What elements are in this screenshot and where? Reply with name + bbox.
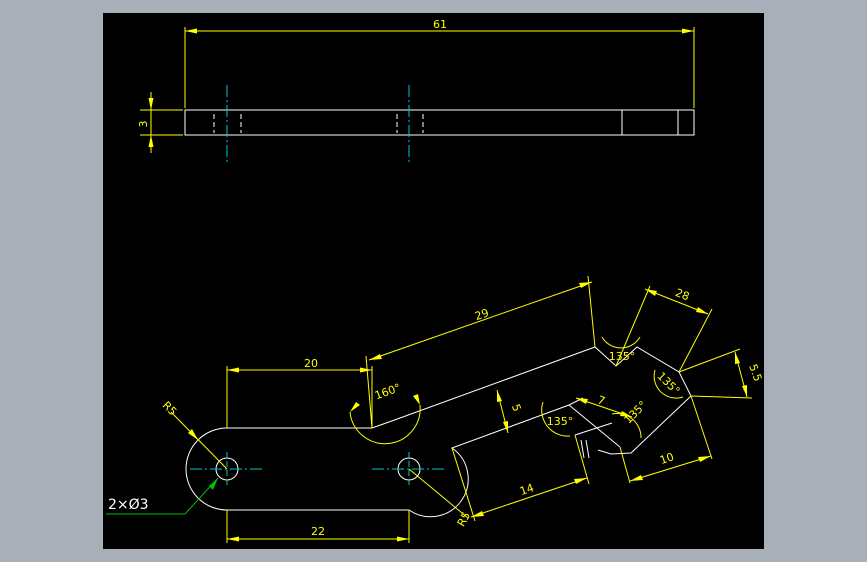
radius-leader xyxy=(408,468,469,519)
dim-5-5-label: 5.5 xyxy=(746,362,764,383)
arrowhead xyxy=(185,28,197,34)
arrowhead xyxy=(698,456,711,462)
angle-135-right-label: 135° xyxy=(655,370,683,398)
arrowhead xyxy=(350,402,360,412)
dim-29-label: 29 xyxy=(473,306,490,323)
extension-line xyxy=(574,434,590,485)
angle-135-top-label: 135° xyxy=(609,350,636,363)
extension-line xyxy=(365,355,373,429)
arrowhead xyxy=(696,307,708,314)
dim-5-label: 5 xyxy=(509,402,524,413)
dim-7-label: 7 xyxy=(596,393,607,408)
angle-135-inner-label: 135° xyxy=(547,415,574,428)
radius-leader xyxy=(170,411,228,470)
top-view-body xyxy=(184,109,695,136)
arrowhead xyxy=(209,478,218,490)
arrowhead xyxy=(148,135,154,147)
arrowhead xyxy=(682,28,694,34)
angle-160-label: 160° xyxy=(373,381,402,402)
extension-line xyxy=(619,446,631,484)
extension-line xyxy=(678,308,713,373)
cad-drawing: 61 3 20 22 29 28 5.5 5 7 14 10 160° 135°… xyxy=(106,18,764,543)
extension-line xyxy=(587,275,596,348)
arrowhead xyxy=(503,421,508,433)
holes-callout-label: 2×Ø3 xyxy=(108,497,149,513)
arrowhead xyxy=(397,536,409,542)
slot-edge xyxy=(585,439,590,459)
extension-line xyxy=(451,447,476,522)
arrowhead xyxy=(227,536,239,542)
radius-right-label: R5 xyxy=(455,510,474,529)
arrowhead xyxy=(497,390,502,402)
arrowhead xyxy=(742,385,747,397)
extension-line xyxy=(678,348,741,373)
plan-view: 20 22 29 28 5.5 5 7 14 10 160° 135° 135°… xyxy=(106,275,764,543)
arrowhead xyxy=(369,354,382,360)
angle-arc xyxy=(349,404,421,445)
arrowhead xyxy=(579,282,592,288)
dim-61-label: 61 xyxy=(433,18,447,31)
arrowhead xyxy=(574,478,587,484)
dim-20-label: 20 xyxy=(304,357,318,370)
arrowhead xyxy=(148,98,154,110)
arrowhead xyxy=(413,394,420,405)
dim-22-label: 22 xyxy=(311,525,325,538)
dim-14-label: 14 xyxy=(518,481,535,498)
arrowhead xyxy=(360,367,372,373)
radius-left-label: R5 xyxy=(160,399,180,419)
top-view: 61 3 xyxy=(137,18,695,163)
dim-3-label: 3 xyxy=(137,121,150,128)
arrowhead xyxy=(630,475,643,481)
arrowhead xyxy=(735,352,740,364)
extension-line xyxy=(690,395,753,399)
arrowhead xyxy=(227,367,239,373)
slot-edge xyxy=(580,439,585,459)
drawing-canvas[interactable]: 61 3 20 22 29 28 5.5 5 7 14 10 160° 135°… xyxy=(103,13,764,549)
dim-10-label: 10 xyxy=(658,450,675,467)
angle-arc xyxy=(601,336,641,349)
extension-line xyxy=(690,395,713,460)
part-outline xyxy=(227,346,692,518)
